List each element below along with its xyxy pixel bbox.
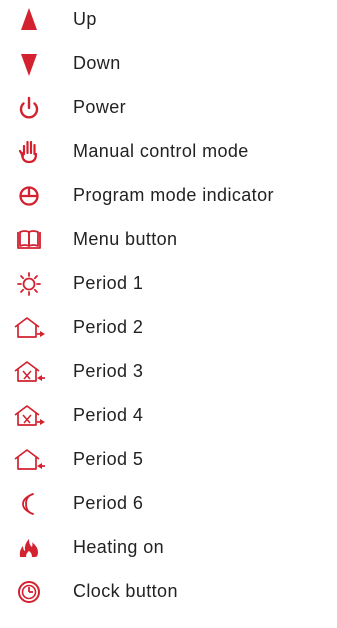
legend-item-period-1: Period 1 xyxy=(0,264,337,304)
legend-item-period-2: Period 2 xyxy=(0,308,337,348)
legend-item-period-6: Period 6 xyxy=(0,484,337,524)
clock-icon xyxy=(11,574,47,610)
legend-label: Power xyxy=(73,97,127,117)
legend-label: Clock button xyxy=(73,581,178,601)
legend-label: Period 3 xyxy=(73,361,144,381)
legend-label: Period 1 xyxy=(73,273,144,293)
house-arrow-left-icon xyxy=(11,442,47,478)
triangle-down-icon xyxy=(11,46,47,82)
legend-label: Period 5 xyxy=(73,449,144,469)
legend-label: Period 2 xyxy=(73,317,144,337)
legend-item-down: Down xyxy=(0,44,337,84)
legend-label: Program mode indicator xyxy=(73,185,274,205)
book-icon xyxy=(11,222,47,258)
legend-label: Manual control mode xyxy=(73,141,249,161)
legend-item-manual-control-mode: Manual control mode xyxy=(0,132,337,172)
legend-label: Menu button xyxy=(73,229,178,249)
hand-icon xyxy=(11,134,47,170)
flame-icon xyxy=(11,530,47,566)
clock-half-icon xyxy=(11,178,47,214)
sun-icon xyxy=(11,266,47,302)
house-fork-knife-arrow-left-icon xyxy=(11,354,47,390)
legend-label: Period 6 xyxy=(73,493,144,513)
legend-item-up: Up xyxy=(0,0,337,40)
legend-item-heating-on: Heating on xyxy=(0,528,337,568)
legend-label: Period 4 xyxy=(73,405,144,425)
house-arrow-right-icon xyxy=(11,310,47,346)
triangle-up-icon xyxy=(11,2,47,38)
icon-legend: Up Down Power Manual control mode Progra… xyxy=(0,0,337,628)
moon-icon xyxy=(11,486,47,522)
legend-item-period-3: Period 3 xyxy=(0,352,337,392)
legend-item-period-5: Period 5 xyxy=(0,440,337,480)
legend-item-menu-button: Menu button xyxy=(0,220,337,260)
legend-label: Up xyxy=(73,9,97,29)
legend-item-program-mode-indicator: Program mode indicator xyxy=(0,176,337,216)
power-icon xyxy=(11,90,47,126)
legend-item-period-4: Period 4 xyxy=(0,396,337,436)
legend-label: Down xyxy=(73,53,121,73)
legend-item-clock-button: Clock button xyxy=(0,572,337,612)
legend-item-power: Power xyxy=(0,88,337,128)
legend-label: Heating on xyxy=(73,537,165,557)
house-fork-knife-arrow-right-icon xyxy=(11,398,47,434)
